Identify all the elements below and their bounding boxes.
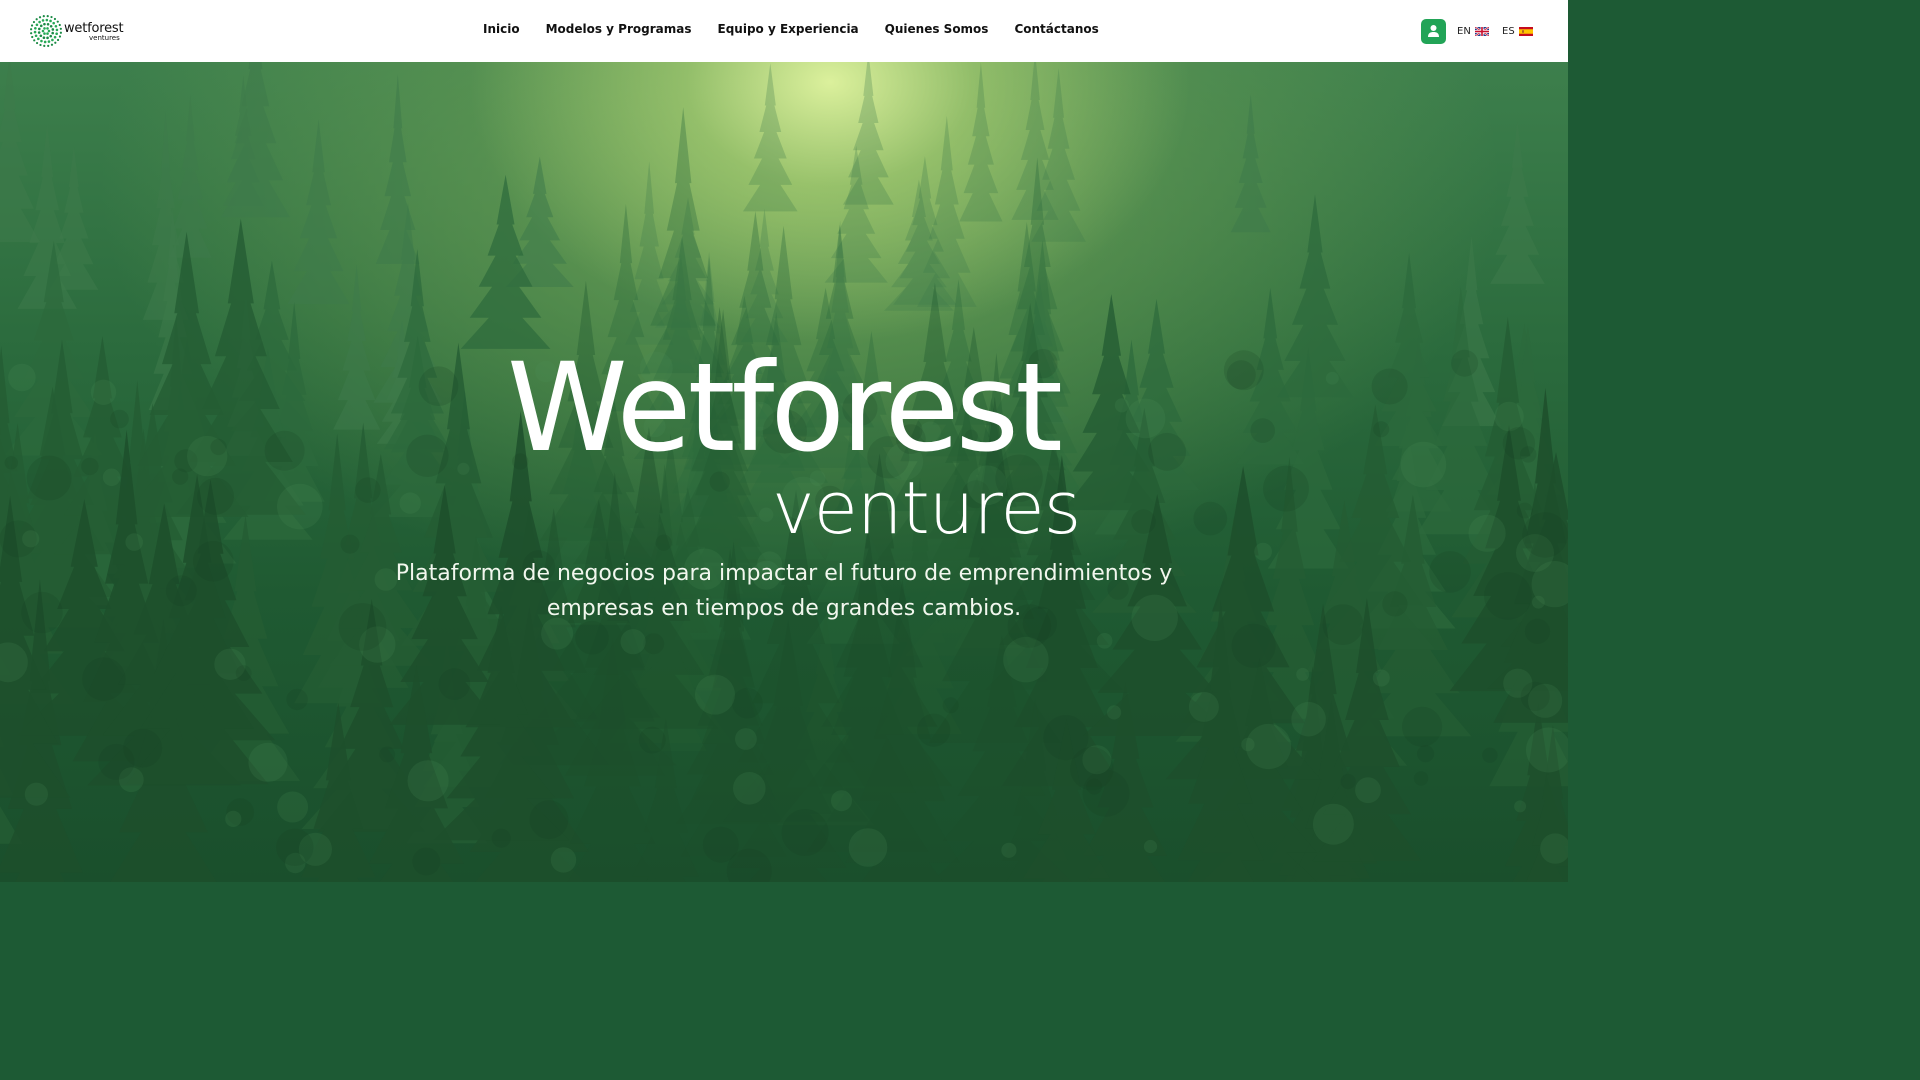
language-code: EN [1457, 26, 1471, 37]
nav-item-contactanos[interactable]: Contáctanos [1001, 22, 1111, 36]
language-code: ES [1502, 26, 1515, 37]
nav-item-inicio[interactable]: Inicio [470, 22, 533, 36]
nav-item-quienes-somos[interactable]: Quienes Somos [872, 22, 1002, 36]
hero-subtitle: ventures [772, 466, 1081, 550]
nav-item-equipo-y-experiencia[interactable]: Equipo y Experiencia [705, 22, 872, 36]
language-es-link[interactable]: ES [1502, 25, 1533, 38]
hero-section: Wetforest ventures Plataforma de negocio… [0, 62, 1568, 882]
user-account-button[interactable] [1421, 19, 1446, 44]
hero-tagline: Plataforma de negocios para impactar el … [395, 561, 1173, 621]
logo-subtitle: ventures [89, 34, 120, 42]
language-en-link[interactable]: EN [1457, 25, 1489, 38]
nav-item-modelos-y-programas[interactable]: Modelos y Programas [533, 22, 705, 36]
site-header: wetforest ventures Inicio Modelos y Prog… [0, 0, 1568, 62]
hero-title: Wetforest [507, 337, 1063, 479]
main-nav: Inicio Modelos y Programas Equipo y Expe… [470, 0, 1112, 58]
spain-flag-icon [1518, 27, 1533, 36]
uk-flag-icon [1474, 27, 1489, 36]
dotted-circle-logo-icon [30, 15, 62, 47]
wetforest-logo[interactable]: wetforest ventures [28, 13, 128, 49]
user-icon [1428, 25, 1439, 37]
